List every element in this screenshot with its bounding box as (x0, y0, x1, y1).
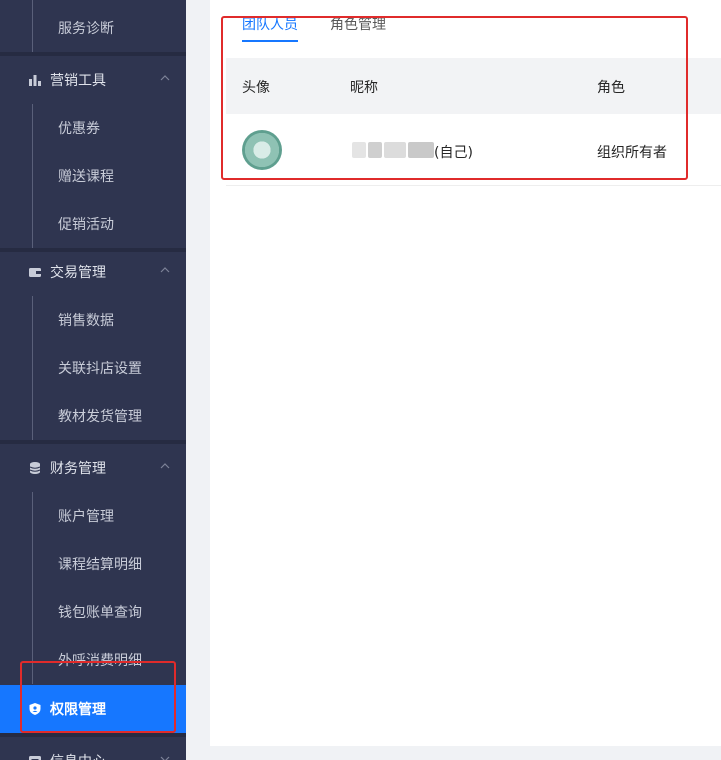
sidebar-item-permission-management[interactable]: 权限管理 (0, 685, 186, 733)
chevron-up-icon (160, 463, 170, 469)
column-header-role: 角色 (597, 80, 625, 96)
sidebar-item-label: 账户管理 (58, 509, 114, 525)
redacted-nickname (408, 142, 434, 158)
sidebar-item-label: 权限管理 (50, 702, 106, 718)
sidebar-item-coupon[interactable]: 优惠券 (0, 104, 186, 152)
sidebar-item-outbound-call-costs[interactable]: 外呼消费明细 (0, 636, 186, 684)
redacted-nickname (384, 142, 406, 158)
sidebar-item-wallet-bills[interactable]: 钱包账单查询 (0, 588, 186, 636)
sidebar-item-gift-course[interactable]: 赠送课程 (0, 152, 186, 200)
avatar (242, 130, 282, 170)
menu-group-info-center[interactable]: 信息中心 (0, 737, 186, 760)
chevron-up-icon (160, 75, 170, 81)
tab-team-members[interactable]: 团队人员 (242, 14, 298, 42)
nickname-self-tag: (自己) (434, 145, 473, 161)
sidebar-item-label: 钱包账单查询 (58, 605, 142, 621)
sidebar-item-label: 赠送课程 (58, 169, 114, 185)
redacted-nickname (352, 142, 366, 158)
sidebar-item-douyin-store[interactable]: 关联抖店设置 (0, 344, 186, 392)
menu-group-title: 信息中心 (50, 751, 106, 760)
database-icon (29, 462, 41, 474)
tab-bar: 团队人员 角色管理 (242, 14, 418, 44)
sidebar-item-label: 优惠券 (58, 121, 100, 137)
table-header: 头像 昵称 角色 (226, 58, 721, 114)
sidebar-item-promotion[interactable]: 促销活动 (0, 200, 186, 248)
column-header-nickname: 昵称 (350, 80, 378, 96)
sidebar-item-textbook-shipping[interactable]: 教材发货管理 (0, 392, 186, 440)
sidebar: 服务诊断 营销工具 优惠券 赠送课程 促销活动 交易管理 销售数据 关联抖店设置… (0, 0, 186, 760)
tab-role-management[interactable]: 角色管理 (330, 14, 386, 42)
sidebar-item-service-diagnosis[interactable]: 服务诊断 (0, 4, 186, 52)
wallet-icon (29, 268, 41, 277)
menu-group-title: 营销工具 (50, 73, 106, 89)
app: 服务诊断 营销工具 优惠券 赠送课程 促销活动 交易管理 销售数据 关联抖店设置… (0, 0, 721, 760)
sidebar-item-label: 促销活动 (58, 217, 114, 233)
column-header-avatar: 头像 (242, 80, 270, 96)
menu-group-title: 财务管理 (50, 461, 106, 477)
sidebar-item-label: 外呼消费明细 (58, 653, 142, 669)
sidebar-item-label: 服务诊断 (58, 21, 114, 37)
shield-icon (29, 703, 41, 715)
main-content: 团队人员 角色管理 头像 昵称 角色 (自己) 组织所有者 (210, 0, 721, 746)
sidebar-item-label: 课程结算明细 (58, 557, 142, 573)
info-icon (29, 756, 41, 760)
menu-group-finance-management[interactable]: 财务管理 (0, 444, 186, 492)
sidebar-item-label: 关联抖店设置 (58, 361, 142, 377)
chevron-down-icon (160, 756, 170, 760)
menu-group-trade-management[interactable]: 交易管理 (0, 248, 186, 296)
sidebar-item-label: 教材发货管理 (58, 409, 142, 425)
chevron-up-icon (160, 267, 170, 273)
role-cell: 组织所有者 (597, 145, 667, 161)
sidebar-item-account-management[interactable]: 账户管理 (0, 492, 186, 540)
chart-icon (29, 75, 41, 86)
table-row: (自己) 组织所有者 (226, 114, 721, 186)
redacted-nickname (368, 142, 382, 158)
menu-group-marketing-tools[interactable]: 营销工具 (0, 56, 186, 104)
menu-group-title: 交易管理 (50, 265, 106, 281)
sidebar-item-sales-data[interactable]: 销售数据 (0, 296, 186, 344)
sidebar-item-label: 销售数据 (58, 313, 114, 329)
sidebar-item-course-settlement[interactable]: 课程结算明细 (0, 540, 186, 588)
